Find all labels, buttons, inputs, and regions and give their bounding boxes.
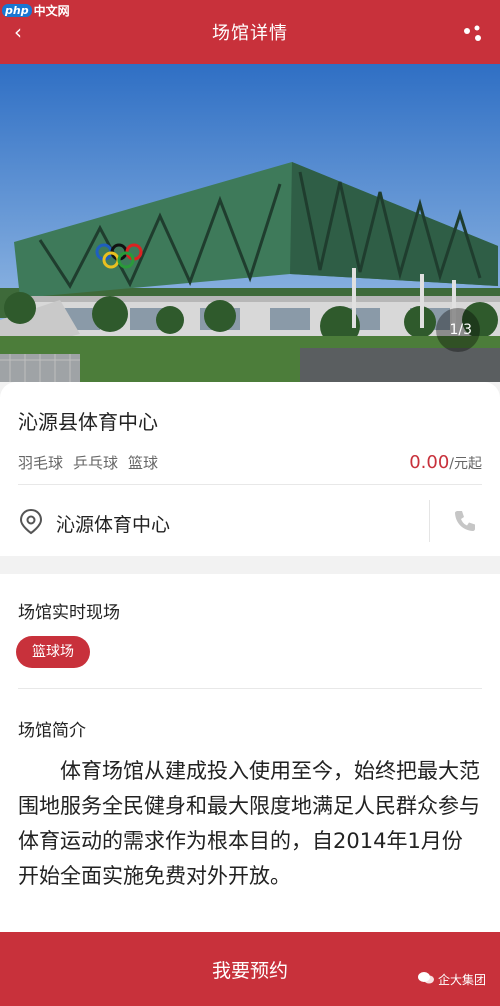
price: 0.00/元起 bbox=[409, 452, 482, 473]
venue-photo bbox=[0, 64, 500, 382]
sport-tags: 羽毛球 乒乓球 篮球 bbox=[18, 452, 158, 473]
venue-location[interactable]: 沁源体育中心 bbox=[56, 510, 170, 537]
price-unit: /元起 bbox=[449, 456, 482, 472]
back-icon[interactable]: ‹ bbox=[14, 22, 34, 42]
phone-icon[interactable] bbox=[452, 508, 478, 534]
php-logo-badge: php bbox=[2, 4, 32, 17]
carousel-pager: 1/3 bbox=[449, 322, 472, 338]
page-title: 场馆详情 bbox=[212, 23, 288, 44]
wechat-icon bbox=[417, 971, 434, 988]
venue-photo-carousel[interactable]: 1/3 bbox=[0, 64, 500, 382]
divider bbox=[18, 688, 482, 689]
price-value: 0.00 bbox=[409, 452, 450, 473]
watermark-site-text: 中文网 bbox=[33, 4, 70, 18]
location-pin-icon bbox=[18, 508, 44, 536]
divider-vertical bbox=[429, 500, 430, 542]
intro-section-title: 场馆简介 bbox=[18, 721, 86, 741]
venue-details-section: 场馆实时现场 篮球场 场馆简介 体育场馆从建成投入使用至今，始终把最大范围地服务… bbox=[0, 574, 500, 932]
top-nav-bar: php 中文网 ‹ 场馆详情 bbox=[0, 0, 500, 64]
sport-tag: 乒乓球 bbox=[73, 454, 119, 472]
intro-text: 体育场馆从建成投入使用至今，始终把最大范围地服务全民健身和最大限度地满足人民群众… bbox=[18, 759, 480, 888]
more-options-icon[interactable] bbox=[462, 24, 484, 42]
watermark-bottom: 企大集团 bbox=[417, 971, 486, 988]
sport-tag: 羽毛球 bbox=[18, 454, 64, 472]
venue-name: 沁源县体育中心 bbox=[18, 410, 158, 434]
live-section-title: 场馆实时现场 bbox=[18, 603, 120, 623]
sport-tag: 篮球 bbox=[128, 454, 159, 472]
watermark-bottom-text: 企大集团 bbox=[437, 973, 486, 987]
venue-info-card: 沁源县体育中心 羽毛球 乒乓球 篮球 0.00/元起 沁源体育中心 bbox=[0, 382, 500, 556]
app-root: php 中文网 ‹ 场馆详情 1/3 沁源县体育中心 羽毛球 乒乓球 篮球 0.… bbox=[0, 0, 500, 1006]
watermark-top: php 中文网 bbox=[2, 2, 70, 19]
book-button[interactable]: 我要预约 bbox=[0, 932, 500, 1006]
court-chip-basketball[interactable]: 篮球场 bbox=[16, 636, 90, 668]
divider bbox=[18, 484, 482, 485]
